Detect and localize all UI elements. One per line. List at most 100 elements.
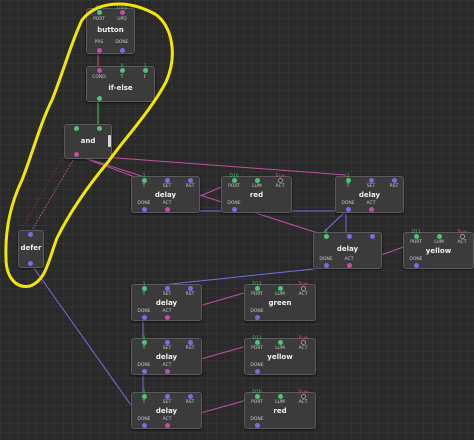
delay2-act-pin[interactable] [369, 207, 374, 212]
button-prs-pin[interactable] [97, 48, 102, 53]
delay-node-1[interactable]: 1 T SET RST delay DONE ACT [131, 174, 200, 213]
delay3-done-pin[interactable] [324, 263, 329, 268]
and-variadic-handle[interactable] [108, 135, 111, 147]
red2-lum-pin[interactable] [278, 394, 283, 399]
wire-defer-delay6[interactable] [30, 263, 144, 423]
red1-act-label: ACT [275, 184, 285, 189]
red1-port-pin[interactable] [232, 178, 237, 183]
delay6-rst-pin[interactable] [188, 394, 193, 399]
led-node-red-1[interactable]: D10 True PORT LUM ACT red DONE [221, 174, 292, 213]
defer-in-pin[interactable] [28, 232, 33, 237]
delay6-done-pin[interactable] [142, 423, 147, 428]
green-port-pin[interactable] [255, 286, 260, 291]
delay1-rst-pin[interactable] [188, 178, 193, 183]
green-act-label: ACT [298, 292, 308, 297]
red1-lum-label: LUM [252, 184, 262, 189]
ifelse-t-pin[interactable] [120, 68, 125, 73]
delay4-set-pin[interactable] [165, 286, 170, 291]
delay6-set-pin[interactable] [165, 394, 170, 399]
defer-out-pin[interactable] [28, 261, 33, 266]
delay2-set-pin[interactable] [369, 178, 374, 183]
yellow1-port-label: PORT [410, 240, 422, 245]
delay3-done-label: DONE [319, 257, 333, 262]
delay5-act-pin[interactable] [165, 369, 170, 374]
delay4-act-pin[interactable] [165, 315, 170, 320]
red1-title: red [249, 191, 264, 199]
delay3-set-pin[interactable] [347, 234, 352, 239]
patch-canvas[interactable]: D9 Loop PORT UPD button PRS DONE 0 1 CON… [0, 0, 474, 440]
red1-lum-pin[interactable] [255, 178, 260, 183]
led-node-yellow-2[interactable]: D11 True PORT LUM ACT yellow DONE [244, 336, 316, 375]
delay-node-2[interactable]: 2 T SET RST delay DONE ACT [335, 174, 404, 213]
yellow1-done-pin[interactable] [414, 263, 419, 268]
button-prs-label: PRS [94, 40, 104, 45]
yellow1-act-pin[interactable] [460, 234, 465, 239]
ifelse-node[interactable]: 0 1 COND T F if-else [86, 64, 155, 102]
red1-act-pin[interactable] [278, 178, 283, 183]
wire-and-delay2[interactable] [75, 154, 347, 176]
green-lum-pin[interactable] [278, 286, 283, 291]
red2-act-pin[interactable] [301, 394, 306, 399]
delay2-done-pin[interactable] [346, 207, 351, 212]
delay3-rst-pin[interactable] [370, 234, 375, 239]
button-node[interactable]: D9 Loop PORT UPD button PRS DONE [86, 6, 135, 54]
red1-done-pin[interactable] [232, 207, 237, 212]
delay3-act-pin[interactable] [347, 263, 352, 268]
yellow2-act-label: ACT [298, 346, 308, 351]
and-in1-pin[interactable] [74, 126, 79, 131]
delay1-t-pin[interactable] [142, 178, 147, 183]
green-done-pin[interactable] [255, 315, 260, 320]
ifelse-out-pin[interactable] [97, 96, 102, 101]
ifelse-cond-pin[interactable] [97, 68, 102, 73]
wire-delay1-delay2[interactable] [143, 210, 347, 232]
delay1-rst-label: RST [185, 184, 195, 189]
wire-and-defer[interactable] [30, 154, 77, 233]
and-out-pin[interactable] [74, 152, 79, 157]
delay3-t-pin[interactable] [324, 234, 329, 239]
wire-ifelse-defer[interactable] [19, 154, 65, 233]
button-done-pin[interactable] [120, 48, 125, 53]
button-upd-pin[interactable] [120, 10, 125, 15]
delay5-rst-pin[interactable] [188, 340, 193, 345]
delay-node-6[interactable]: 1 T SET RST delay DONE ACT [131, 390, 202, 429]
delay4-t-pin[interactable] [142, 286, 147, 291]
red2-port-pin[interactable] [255, 394, 260, 399]
ifelse-f-pin[interactable] [143, 68, 148, 73]
delay4-done-pin[interactable] [142, 315, 147, 320]
red2-done-pin[interactable] [255, 423, 260, 428]
delay1-done-pin[interactable] [142, 207, 147, 212]
button-title: button [97, 26, 124, 34]
delay5-done-pin[interactable] [142, 369, 147, 374]
delay5-set-pin[interactable] [165, 340, 170, 345]
yellow2-act-pin[interactable] [301, 340, 306, 345]
wire-delay2-delay3[interactable] [323, 210, 347, 233]
delay-node-4[interactable]: 1 T SET RST delay DONE ACT [131, 282, 202, 321]
delay5-act-label: ACT [162, 363, 172, 368]
red2-title: red [273, 407, 287, 415]
delay3-act-label: ACT [344, 257, 354, 262]
delay2-rst-pin[interactable] [392, 178, 397, 183]
delay-node-5[interactable]: 2 T SET RST delay DONE ACT [131, 336, 202, 375]
led-node-green[interactable]: D12 True PORT LUM ACT green DONE [244, 282, 316, 321]
yellow2-lum-pin[interactable] [278, 340, 283, 345]
and-in2-pin[interactable] [97, 126, 102, 131]
yellow2-done-pin[interactable] [255, 369, 260, 374]
delay5-t-pin[interactable] [142, 340, 147, 345]
led-node-yellow-1[interactable]: D11 True PORT LUM ACT yellow DONE [403, 230, 474, 269]
yellow2-port-pin[interactable] [255, 340, 260, 345]
yellow1-port-pin[interactable] [414, 234, 419, 239]
led-node-red-2[interactable]: D10 True PORT LUM ACT red DONE [244, 390, 316, 429]
delay6-t-pin[interactable] [142, 394, 147, 399]
button-upd-label: UPD [117, 17, 127, 22]
delay-node-3[interactable]: 3 delay DONE ACT [313, 230, 382, 269]
delay1-act-pin[interactable] [165, 207, 170, 212]
delay6-act-pin[interactable] [165, 423, 170, 428]
button-port-pin[interactable] [97, 10, 102, 15]
yellow1-lum-pin[interactable] [437, 234, 442, 239]
defer-node[interactable]: defer [18, 230, 44, 268]
and-node[interactable]: and [64, 124, 112, 159]
delay1-set-pin[interactable] [165, 178, 170, 183]
delay4-rst-pin[interactable] [188, 286, 193, 291]
delay2-t-pin[interactable] [346, 178, 351, 183]
green-act-pin[interactable] [301, 286, 306, 291]
